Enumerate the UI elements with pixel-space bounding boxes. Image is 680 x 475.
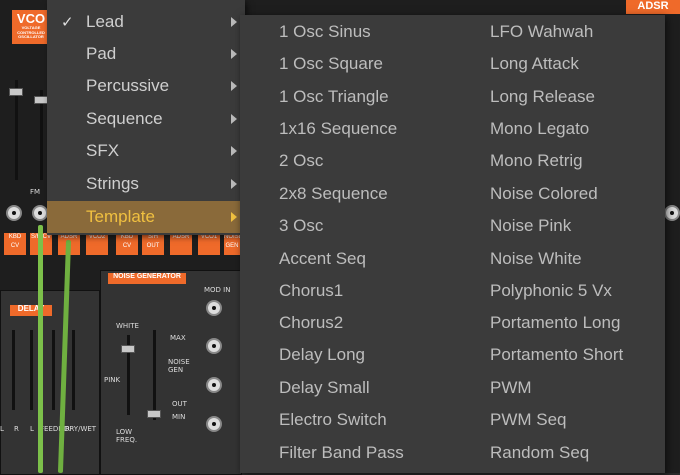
jack[interactable] xyxy=(206,300,222,316)
preset-item[interactable]: Mono Legato xyxy=(490,119,589,139)
delay-panel xyxy=(0,290,100,475)
preset-item[interactable]: Portamento Long xyxy=(490,313,620,333)
preset-item[interactable]: Noise Colored xyxy=(490,184,598,204)
preset-item[interactable]: Chorus1 xyxy=(279,281,343,301)
preset-item[interactable]: Polyphonic 5 Vx xyxy=(490,281,612,301)
preset-item[interactable]: Chorus2 xyxy=(279,313,343,333)
vco1-button[interactable]: VCO1 xyxy=(198,233,220,255)
adsr-button-2[interactable]: ADSR xyxy=(170,233,192,255)
delay-slider-track xyxy=(52,330,55,410)
chevron-right-icon xyxy=(231,17,237,27)
noise-slider-knob-2[interactable] xyxy=(147,410,161,418)
preset-item[interactable]: Long Attack xyxy=(490,54,579,74)
kbd-cv-button-2[interactable]: KBD CV xyxy=(116,233,138,255)
vco2-button[interactable]: VCO2 xyxy=(86,233,108,255)
preset-item[interactable]: 2x8 Sequence xyxy=(279,184,388,204)
preset-item[interactable]: Electro Switch xyxy=(279,410,387,430)
jack[interactable] xyxy=(32,205,48,221)
preset-item[interactable]: Long Release xyxy=(490,87,595,107)
preset-item[interactable]: 3 Osc xyxy=(279,216,323,236)
vco-slider-knob-2[interactable] xyxy=(34,96,48,104)
menu-item-label: Lead xyxy=(86,12,124,31)
preset-item[interactable]: Mono Retrig xyxy=(490,151,583,171)
adsr-tag: ADSR xyxy=(626,0,680,14)
vco-title: VCO xyxy=(16,11,46,26)
chevron-right-icon xyxy=(231,212,237,222)
preset-category-menu: ✓ Lead Pad Percussive Sequence SFX Strin… xyxy=(47,0,245,235)
mod-in-label: MOD IN xyxy=(204,286,231,294)
menu-item-percussive[interactable]: Percussive xyxy=(47,70,245,102)
noise-slider-knob[interactable] xyxy=(121,345,135,353)
menu-item-label: Percussive xyxy=(86,76,170,95)
preset-item[interactable]: Noise White xyxy=(490,249,582,269)
chevron-right-icon xyxy=(231,179,237,189)
white-label: WHITE xyxy=(116,322,139,330)
fm-label: FM xyxy=(30,188,41,196)
patch-cable[interactable] xyxy=(38,225,43,473)
preset-item[interactable]: 1 Osc Triangle xyxy=(279,87,389,107)
noise-slider-track-2 xyxy=(153,330,156,420)
template-submenu: 1 Osc Sinus 1 Osc Square 1 Osc Triangle … xyxy=(240,15,665,473)
kbd-cv-button[interactable]: KBD CV xyxy=(4,233,26,255)
chevron-right-icon xyxy=(231,114,237,124)
preset-item[interactable]: LFO Wahwah xyxy=(490,22,593,42)
preset-item[interactable]: 1 Osc Square xyxy=(279,54,383,74)
menu-item-strings[interactable]: Strings xyxy=(47,168,245,200)
menu-item-label: Sequence xyxy=(86,109,163,128)
preset-item[interactable]: Random Seq xyxy=(490,443,589,463)
menu-item-label: Template xyxy=(86,207,155,226)
preset-item[interactable]: PWM Seq xyxy=(490,410,567,430)
noise-gen-button[interactable]: NOISE GEN xyxy=(224,233,243,255)
menu-item-label: Strings xyxy=(86,174,139,193)
preset-item[interactable]: Portamento Short xyxy=(490,345,623,365)
preset-item[interactable]: 1 Osc Sinus xyxy=(279,22,371,42)
min-label: MIN xyxy=(172,413,186,421)
low-freq-label: LOW FREQ. xyxy=(116,428,138,444)
delay-slider-track xyxy=(72,330,75,410)
chevron-right-icon xyxy=(231,49,237,59)
delay-slider-track xyxy=(12,330,15,410)
menu-item-lead[interactable]: ✓ Lead xyxy=(47,6,245,38)
delay-slider-track xyxy=(30,330,33,410)
max-label: MAX xyxy=(170,334,186,342)
delay-label-drywet: DRY/WET xyxy=(64,425,97,433)
jack[interactable] xyxy=(206,416,222,432)
menu-item-sfx[interactable]: SFX xyxy=(47,135,245,167)
noise-generator-tag: NOISE GENERATOR xyxy=(108,273,186,284)
delay-label-l2: L xyxy=(30,425,34,433)
vco-slider-knob[interactable] xyxy=(9,88,23,96)
sh-out-button[interactable]: S/H OUT xyxy=(142,233,164,255)
adsr-title: ADSR xyxy=(637,0,669,12)
noise-gen-label: NOISE GEN xyxy=(168,358,190,374)
vco-tag: VCO VOLTAGE CONTROLLED OSCILLATOR xyxy=(12,10,50,44)
menu-item-sequence[interactable]: Sequence xyxy=(47,103,245,135)
preset-item[interactable]: PWM xyxy=(490,378,532,398)
preset-item[interactable]: 2 Osc xyxy=(279,151,323,171)
delay-tag: DELAY xyxy=(10,304,52,316)
menu-item-pad[interactable]: Pad xyxy=(47,38,245,70)
preset-item[interactable]: Filter Band Pass xyxy=(279,443,404,463)
jack[interactable] xyxy=(6,205,22,221)
jack[interactable] xyxy=(664,205,680,221)
delay-label-r: R xyxy=(14,425,19,433)
delay-label-l: L xyxy=(0,425,4,433)
preset-item[interactable]: Noise Pink xyxy=(490,216,571,236)
check-icon: ✓ xyxy=(61,14,74,31)
vco-subtitle: VOLTAGE CONTROLLED OSCILLATOR xyxy=(17,25,45,40)
menu-item-label: SFX xyxy=(86,141,120,160)
preset-item[interactable]: Accent Seq xyxy=(279,249,366,269)
preset-item[interactable]: Delay Small xyxy=(279,378,370,398)
jack[interactable] xyxy=(206,338,222,354)
jack[interactable] xyxy=(206,377,222,393)
preset-item[interactable]: 1x16 Sequence xyxy=(279,119,397,139)
pink-label: PINK xyxy=(104,376,121,384)
menu-item-template[interactable]: Template xyxy=(47,201,245,233)
chevron-right-icon xyxy=(231,81,237,91)
menu-item-label: Pad xyxy=(86,44,117,63)
preset-item[interactable]: Delay Long xyxy=(279,345,365,365)
chevron-right-icon xyxy=(231,146,237,156)
out-label: OUT xyxy=(172,400,187,408)
